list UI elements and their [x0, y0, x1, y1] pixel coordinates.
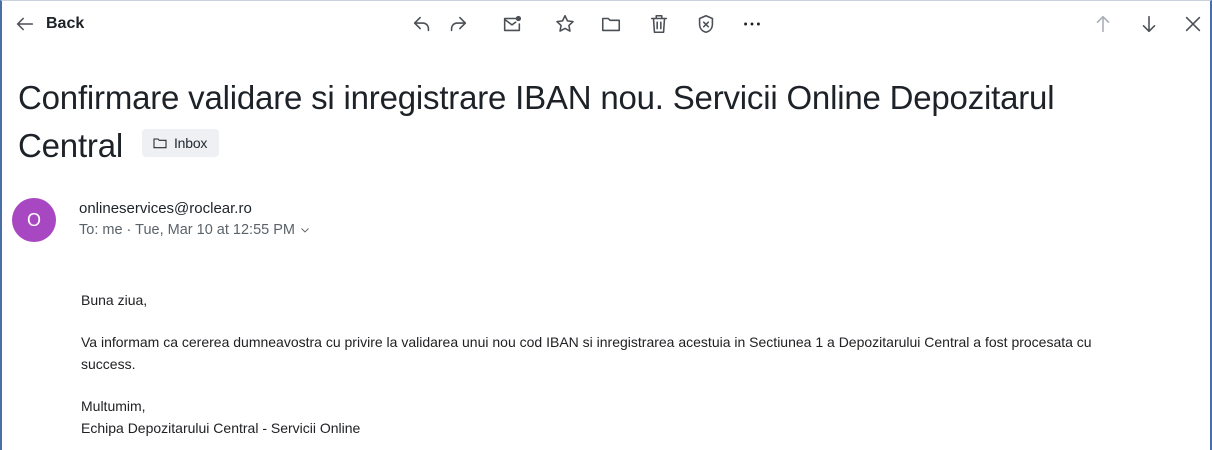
forward-icon: [450, 16, 467, 32]
email-subject: Confirmare validare si inregistrare IBAN…: [18, 74, 1118, 170]
close-icon: [1185, 16, 1201, 32]
more-icon: [744, 22, 760, 26]
reply-icon: [413, 16, 430, 32]
folder-icon: [153, 138, 167, 149]
body-closing: Multumim,: [81, 398, 146, 414]
sender-address[interactable]: onlineservices@roclear.ro: [79, 200, 252, 217]
recipient-date-text: To: me · Tue, Mar 10 at 12:55 PM: [79, 222, 295, 238]
more-button[interactable]: [737, 10, 767, 38]
spam-icon: [698, 14, 714, 34]
recipient-details[interactable]: To: me · Tue, Mar 10 at 12:55 PM: [79, 222, 311, 238]
mark-unread-icon: [503, 15, 522, 32]
delete-button[interactable]: [645, 10, 673, 38]
body-message: Va informam ca cererea dumneavostra cu p…: [81, 334, 1092, 372]
spam-button[interactable]: [692, 10, 720, 38]
folder-label: Inbox: [173, 135, 208, 152]
star-button[interactable]: [551, 10, 579, 38]
trash-icon: [650, 14, 668, 34]
arrow-down-icon: [1142, 15, 1156, 33]
back-button[interactable]: Back: [14, 10, 104, 38]
chevron-down-icon: [301, 228, 309, 233]
email-body: Buna ziua, Va informam ca cererea dumnea…: [81, 289, 1141, 439]
folder-chip[interactable]: Inbox: [141, 129, 220, 158]
close-button[interactable]: [1180, 10, 1206, 38]
body-signature: Echipa Depozitarului Central - Servicii …: [81, 420, 361, 436]
arrow-up-icon: [1096, 15, 1110, 33]
back-label: Back: [46, 15, 85, 32]
arrow-left-icon: [16, 17, 34, 31]
folder-icon: [601, 17, 621, 32]
previous-email-button[interactable]: [1090, 10, 1116, 38]
reply-button[interactable]: [408, 10, 436, 38]
toolbar: Back: [0, 0, 1212, 52]
forward-button[interactable]: [444, 10, 472, 38]
mark-unread-button[interactable]: [498, 10, 526, 38]
next-email-button[interactable]: [1136, 10, 1162, 38]
move-to-folder-button[interactable]: [597, 10, 625, 38]
body-greeting: Buna ziua,: [81, 292, 148, 308]
star-icon: [556, 14, 574, 32]
avatar: O: [12, 198, 56, 242]
